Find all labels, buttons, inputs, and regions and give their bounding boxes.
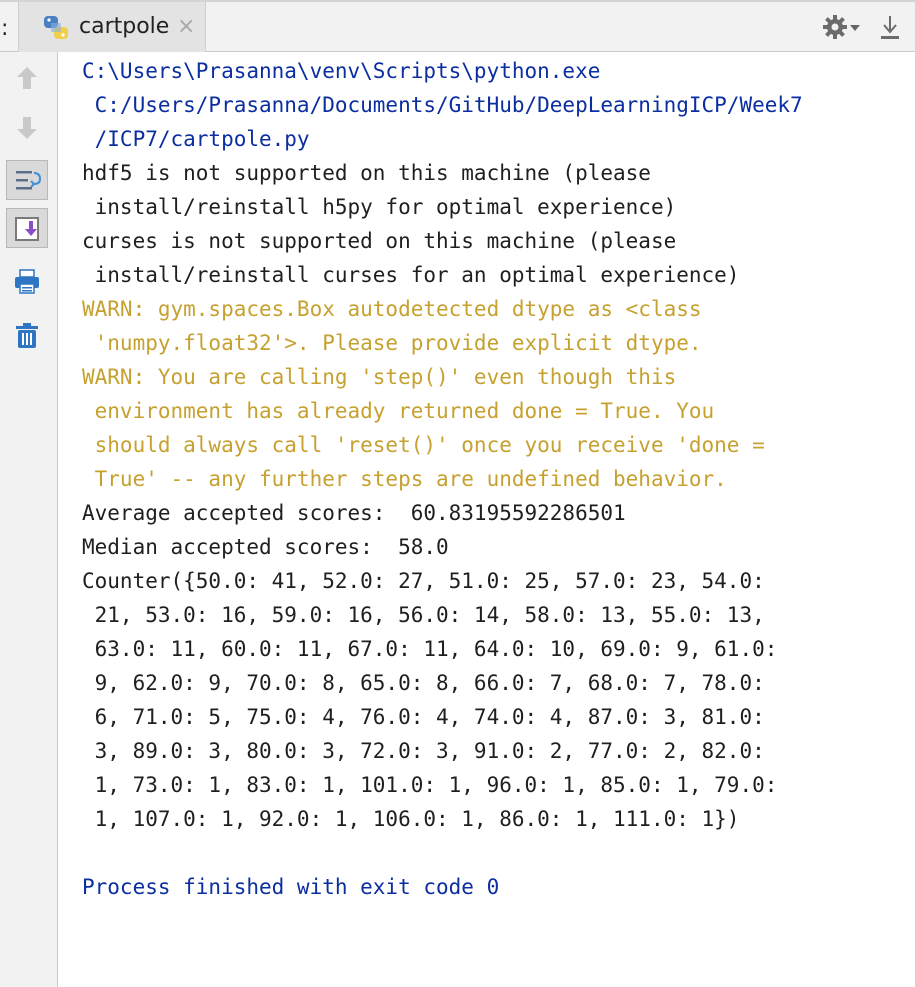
- tab-label: cartpole: [79, 14, 170, 39]
- console-exit-line: Process finished with exit code 0: [82, 875, 500, 899]
- print-icon[interactable]: [6, 262, 48, 302]
- console-line: hdf5 is not supported on this machine (p…: [82, 161, 651, 185]
- console-line: 3, 89.0: 3, 80.0: 3, 72.0: 3, 91.0: 2, 7…: [82, 739, 765, 763]
- console-line: C:\Users\Prasanna\venv\Scripts\python.ex…: [82, 59, 601, 83]
- console-line: curses is not supported on this machine …: [82, 229, 677, 253]
- console-line: Median accepted scores: 58.0: [82, 535, 449, 559]
- console-line: install/reinstall h5py for optimal exper…: [82, 195, 677, 219]
- console-warning-line: True' -- any further steps are undefined…: [82, 467, 727, 491]
- soft-wrap-icon[interactable]: [6, 160, 48, 200]
- console-line: 1, 107.0: 1, 92.0: 1, 106.0: 1, 86.0: 1,…: [82, 807, 740, 831]
- download-icon[interactable]: [878, 14, 902, 42]
- arrow-down-icon[interactable]: [6, 108, 48, 148]
- console-line: /ICP7/cartpole.py: [82, 127, 310, 151]
- trash-icon[interactable]: [6, 316, 48, 356]
- console-line: install/reinstall curses for an optimal …: [82, 263, 740, 287]
- console-line: C:/Users/Prasanna/Documents/GitHub/DeepL…: [82, 93, 803, 117]
- close-icon[interactable]: ×: [177, 14, 195, 39]
- python-file-icon: [41, 14, 71, 42]
- console-toolbar: [0, 52, 58, 987]
- console-line: 21, 53.0: 16, 59.0: 16, 56.0: 14, 58.0: …: [82, 603, 765, 627]
- tab-prefix: :: [1, 16, 9, 41]
- console-warning-line: environment has already returned done = …: [82, 399, 715, 423]
- console-line: 9, 62.0: 9, 70.0: 8, 65.0: 8, 66.0: 7, 6…: [82, 671, 765, 695]
- console-line: 1, 73.0: 1, 83.0: 1, 101.0: 1, 96.0: 1, …: [82, 773, 778, 797]
- console-output: C:\Users\Prasanna\venv\Scripts\python.ex…: [82, 54, 912, 904]
- console-warning-line: WARN: gym.spaces.Box autodetected dtype …: [82, 297, 702, 321]
- tab-cartpole[interactable]: cartpole ×: [18, 2, 206, 52]
- console-warning-line: should always call 'reset()' once you re…: [82, 433, 765, 457]
- scroll-to-end-icon[interactable]: [6, 208, 48, 248]
- gear-icon[interactable]: [822, 14, 848, 40]
- arrow-up-icon[interactable]: [6, 58, 48, 98]
- console-warning-line: WARN: You are calling 'step()' even thou…: [82, 365, 677, 389]
- console-line: 63.0: 11, 60.0: 11, 67.0: 11, 64.0: 10, …: [82, 637, 778, 661]
- console-line: Counter({50.0: 41, 52.0: 27, 51.0: 25, 5…: [82, 569, 765, 593]
- run-tab-bar: : cartpole ×: [0, 0, 915, 52]
- console-line: Average accepted scores: 60.831955922865…: [82, 501, 626, 525]
- console-line: 6, 71.0: 5, 75.0: 4, 76.0: 4, 74.0: 4, 8…: [82, 705, 765, 729]
- chevron-down-icon[interactable]: [850, 25, 860, 31]
- console-warning-line: 'numpy.float32'>. Please provide explici…: [82, 331, 702, 355]
